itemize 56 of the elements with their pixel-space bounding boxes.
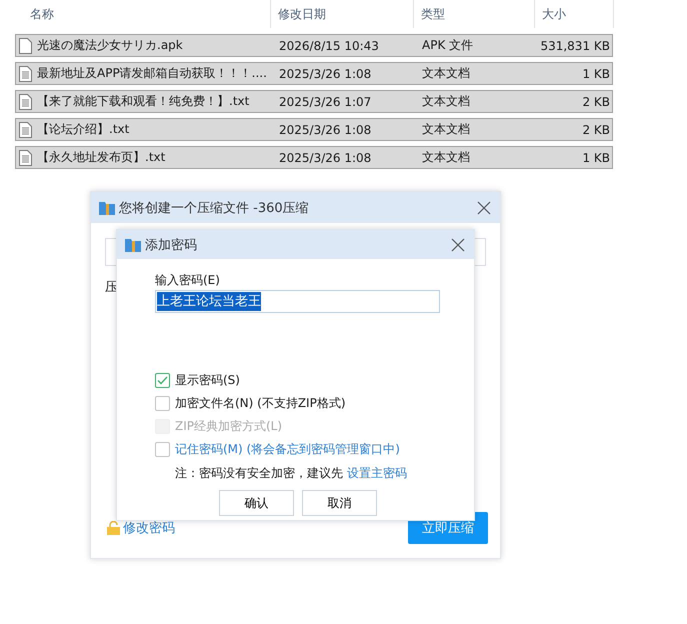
file-name: 光速の魔法少女サリカ.apk <box>37 37 183 54</box>
document-icon <box>19 38 32 54</box>
document-icon <box>19 122 32 138</box>
file-type: 文本文档 <box>421 121 471 138</box>
file-type: 文本文档 <box>421 65 471 82</box>
option-label: ZIP经典加密方式(L) <box>175 418 282 435</box>
file-date: 2025/3/26 1:07 <box>278 94 372 108</box>
checkbox[interactable] <box>155 373 170 388</box>
dialog-button[interactable]: 确认 <box>219 490 294 516</box>
file-date: 2026/8/15 10:43 <box>278 38 380 52</box>
option-label: 显示密码(S) <box>175 372 240 389</box>
close-button[interactable] <box>450 236 466 252</box>
file-size: 1 KB <box>581 66 611 80</box>
document-icon <box>19 150 32 166</box>
archive-folder-icon <box>99 200 115 215</box>
dialog-title: 添加密码 <box>145 236 198 254</box>
file-date: 2025/3/26 1:08 <box>278 122 372 136</box>
file-name: 【论坛介绍】.txt <box>37 121 130 138</box>
document-icon <box>19 66 32 82</box>
password-label: 输入密码(E) <box>155 272 221 289</box>
dialog-button[interactable]: 取消 <box>302 490 377 516</box>
file-row[interactable]: 最新地址及APP请发邮箱自动获取！！！.... 2025/3/26 1:08 文本文档 1 KB <box>15 62 613 85</box>
master-password-link[interactable]: 设置主密码 <box>347 465 407 482</box>
close-icon <box>476 200 492 216</box>
file-name: 【来了就能下载和观看！纯免费！】.txt <box>37 93 250 110</box>
password-field[interactable]: 上老王论坛当老王 <box>155 290 440 313</box>
document-icon <box>19 94 32 110</box>
file-type: 文本文档 <box>421 93 471 110</box>
column-header[interactable]: 名称 <box>0 0 271 28</box>
file-row[interactable]: 【永久地址发布页】.txt 2025/3/26 1:08 文本文档 1 KB <box>15 146 613 169</box>
file-size: 2 KB <box>581 94 611 108</box>
file-size: 531,831 KB <box>539 38 611 52</box>
file-date: 2025/3/26 1:08 <box>278 66 372 80</box>
file-type: APK 文件 <box>421 37 474 54</box>
option-label: 加密文件名(N) (不支持ZIP格式) <box>175 395 346 412</box>
file-row[interactable]: 【论坛介绍】.txt 2025/3/26 1:08 文本文档 2 KB <box>15 118 613 141</box>
dialog-title: 您将创建一个压缩文件 -360压缩 <box>119 200 310 216</box>
column-header[interactable]: 大小 <box>535 0 614 28</box>
file-size: 2 KB <box>581 122 611 136</box>
checkbox[interactable] <box>155 442 170 457</box>
checkbox[interactable] <box>155 396 170 411</box>
file-row[interactable]: 【来了就能下载和观看！纯免费！】.txt 2025/3/26 1:07 文本文档 2 KB <box>15 90 613 113</box>
change-password-link[interactable]: 修改密码 <box>107 519 175 537</box>
note-text: 注：密码没有安全加密，建议先 <box>175 465 343 482</box>
close-icon <box>450 236 466 252</box>
file-date: 2025/3/26 1:08 <box>278 150 372 164</box>
file-row[interactable]: 光速の魔法少女サリカ.apk 2026/8/15 10:43 APK 文件 531,831 KB <box>15 34 613 57</box>
file-name: 最新地址及APP请发邮箱自动获取！！！.... <box>37 65 267 82</box>
lock-icon <box>107 521 120 535</box>
column-header[interactable]: 修改日期 <box>271 0 414 28</box>
close-button[interactable] <box>476 200 492 216</box>
file-type: 文本文档 <box>421 149 471 166</box>
file-size: 1 KB <box>581 150 611 164</box>
archive-folder-icon <box>125 237 141 252</box>
column-header[interactable]: 类型 <box>414 0 535 28</box>
file-name: 【永久地址发布页】.txt <box>37 149 166 166</box>
